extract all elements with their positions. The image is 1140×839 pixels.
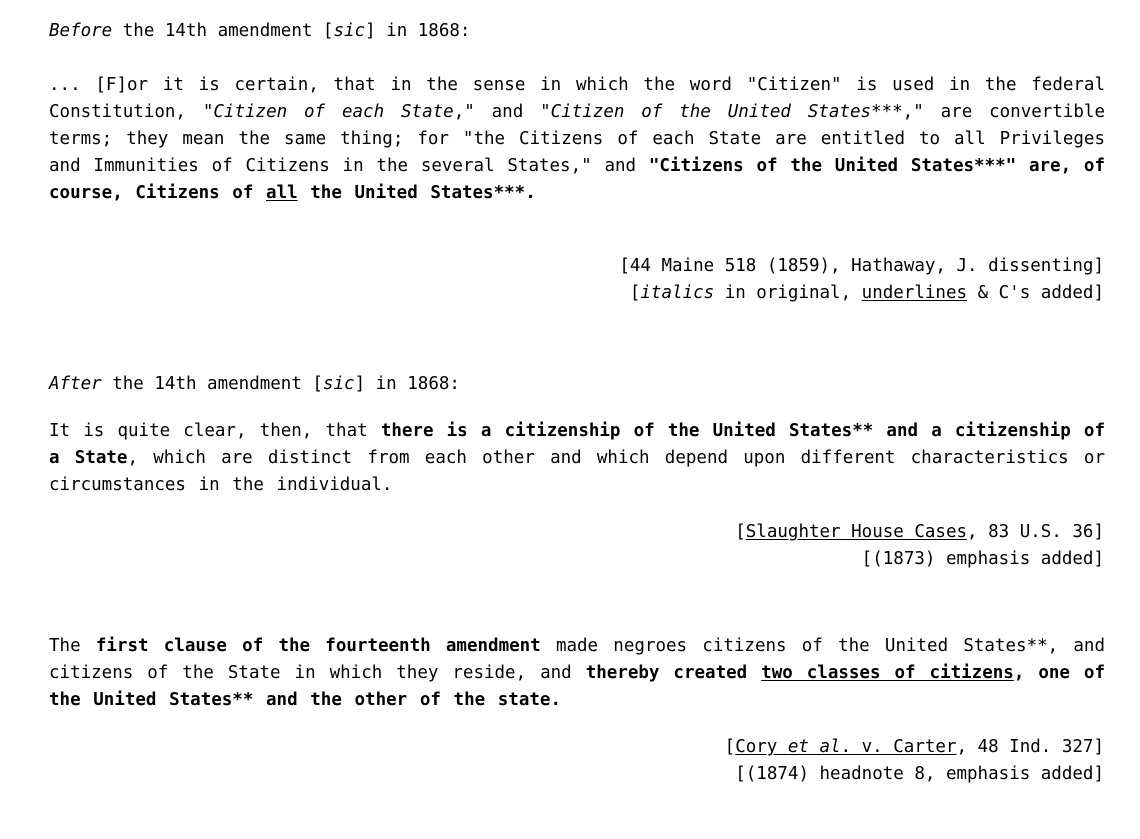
quote-before: ... [F]or it is certain, that in the sen… xyxy=(49,72,1105,207)
heading-before-tail: ] in 1868: xyxy=(365,21,471,41)
heading-after: After the 14th amendment [sic] in 1868: xyxy=(49,371,1105,398)
citation-maine-line-1: [44 Maine 518 (1859), Hathaway, J. disse… xyxy=(619,256,1104,276)
citation-maine-italics-word: italics xyxy=(640,283,715,303)
citation-cory-close: , 48 Ind. 327] xyxy=(956,737,1104,757)
quote-cory-run-2-bold: first clause of the fourteenth amendment xyxy=(95,636,541,656)
citation-maine-underlines-word: underlines xyxy=(861,283,968,303)
heading-after-rest: the 14th amendment [ xyxy=(101,374,323,394)
quote-after-run-3: , which are distinct from each other and… xyxy=(49,448,1105,495)
quote-before-run-3: ," and " xyxy=(453,102,551,122)
quote-slaughter-house: It is quite clear, then, that there is a… xyxy=(49,418,1105,499)
citation-cory-line-2: [(1874) headnote 8, emphasis added] xyxy=(735,764,1104,784)
quote-cory: The first clause of the fourteenth amend… xyxy=(49,633,1105,714)
citation-maine-line-2: [italics in original, underlines & C's a… xyxy=(49,280,1105,307)
quote-before-run-4-italic: Citizen of the United States*** xyxy=(550,102,903,122)
quote-cory-run-5-bold-underline: two classes of citizens xyxy=(761,663,1014,683)
quote-after-run-1: It is quite clear, then, that xyxy=(49,421,381,441)
citation-cory-et-al: et al xyxy=(787,737,841,757)
heading-before-emphasis: Before xyxy=(49,21,113,41)
heading-before-sic: sic xyxy=(333,21,366,41)
quote-before-run-7-bold-underline: all xyxy=(266,183,298,203)
quote-before-run-8-bold: the United States***. xyxy=(297,183,536,203)
citation-slaughter-open: [ xyxy=(735,522,746,542)
quote-before-run-2-italic: Citizen of each State xyxy=(213,102,454,122)
citation-slaughter-house-line-2: [(1873) emphasis added] xyxy=(861,549,1104,569)
citation-cory-name-a: Cory xyxy=(735,737,788,757)
heading-before-rest: the 14th amendment [ xyxy=(112,21,334,41)
heading-before: Before the 14th amendment [sic] in 1868: xyxy=(49,18,1105,45)
citation-maine-line-2-open: [ xyxy=(629,283,641,303)
heading-after-emphasis: After xyxy=(49,374,102,394)
citation-cory-name-b: . v. Carter xyxy=(840,737,957,757)
heading-after-sic: sic xyxy=(322,374,355,394)
document-page: Before the 14th amendment [sic] in 1868:… xyxy=(0,0,1140,839)
quote-cory-run-1: The xyxy=(49,636,96,656)
citation-maine-line-2-close: & C's added] xyxy=(967,283,1104,303)
citation-cory-open: [ xyxy=(724,737,736,757)
citation-slaughter-house-line-1: [Slaughter House Cases, 83 U.S. 36] xyxy=(49,519,1105,546)
citation-slaughter-case-name: Slaughter House Cases xyxy=(745,522,968,542)
citation-maine-line-2-mid: in original, xyxy=(714,283,862,303)
quote-cory-run-4-bold: thereby created xyxy=(585,663,762,683)
citation-slaughter-close: , 83 U.S. 36] xyxy=(967,522,1104,542)
heading-after-tail: ] in 1868: xyxy=(354,374,460,394)
citation-cory-case-name: Cory et al. v. Carter xyxy=(735,737,956,757)
citation-cory-line-1: [Cory et al. v. Carter, 48 Ind. 327] xyxy=(49,734,1105,761)
